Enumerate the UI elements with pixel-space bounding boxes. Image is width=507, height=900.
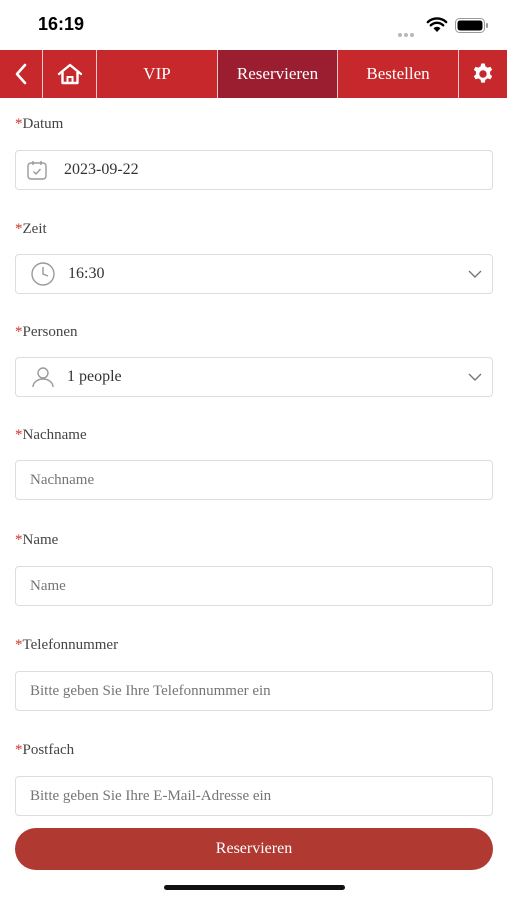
email-placeholder: Bitte geben Sie Ihre E-Mail-Adresse ein xyxy=(30,787,272,804)
calendar-icon xyxy=(27,161,47,180)
mailbox-label: *Postfach xyxy=(15,742,75,758)
signal-icon xyxy=(398,24,420,55)
wifi-icon xyxy=(426,17,448,32)
lastname-input[interactable]: Nachname xyxy=(15,460,493,500)
home-indicator xyxy=(164,885,345,890)
persons-select[interactable]: 1 people xyxy=(15,357,493,397)
chevron-down-icon xyxy=(468,373,482,381)
name-placeholder: Name xyxy=(30,577,66,594)
phone-label: *Telefonnummer xyxy=(15,637,119,653)
time-value: 16:30 xyxy=(68,265,105,282)
date-label: *Datum xyxy=(15,116,64,132)
tab-order[interactable]: Bestellen xyxy=(338,50,459,98)
name-label: *Name xyxy=(15,532,59,548)
phone-input[interactable]: Bitte geben Sie Ihre Telefonnummer ein xyxy=(15,671,493,711)
home-icon xyxy=(57,63,82,85)
email-input[interactable]: Bitte geben Sie Ihre E-Mail-Adresse ein xyxy=(15,776,493,816)
clock-icon xyxy=(31,262,55,286)
top-nav: VIP Reservieren Bestellen xyxy=(0,50,507,98)
user-icon xyxy=(32,367,54,388)
date-value: 2023-09-22 xyxy=(64,161,139,178)
lastname-label: *Nachname xyxy=(15,427,87,443)
time-label: *Zeit xyxy=(15,221,47,237)
name-input[interactable]: Name xyxy=(15,566,493,606)
date-field[interactable]: 2023-09-22 xyxy=(15,150,493,190)
status-bar: 16:19 xyxy=(0,0,507,55)
persons-value: 1 people xyxy=(67,368,122,385)
tab-reserve[interactable]: Reservieren xyxy=(218,50,338,98)
chevron-left-icon xyxy=(15,63,27,85)
persons-label: *Personen xyxy=(15,324,78,340)
lastname-placeholder: Nachname xyxy=(30,471,95,488)
status-time: 16:19 xyxy=(38,14,85,34)
gear-icon xyxy=(473,63,493,83)
phone-placeholder: Bitte geben Sie Ihre Telefonnummer ein xyxy=(30,682,271,699)
back-button[interactable] xyxy=(0,50,43,98)
tab-vip[interactable]: VIP xyxy=(97,50,218,98)
reserve-submit-button[interactable]: Reservieren xyxy=(15,828,493,870)
home-button[interactable] xyxy=(43,50,97,98)
battery-icon xyxy=(455,18,488,33)
time-select[interactable]: 16:30 xyxy=(15,254,493,294)
settings-button[interactable] xyxy=(459,50,507,98)
chevron-down-icon xyxy=(468,270,482,278)
